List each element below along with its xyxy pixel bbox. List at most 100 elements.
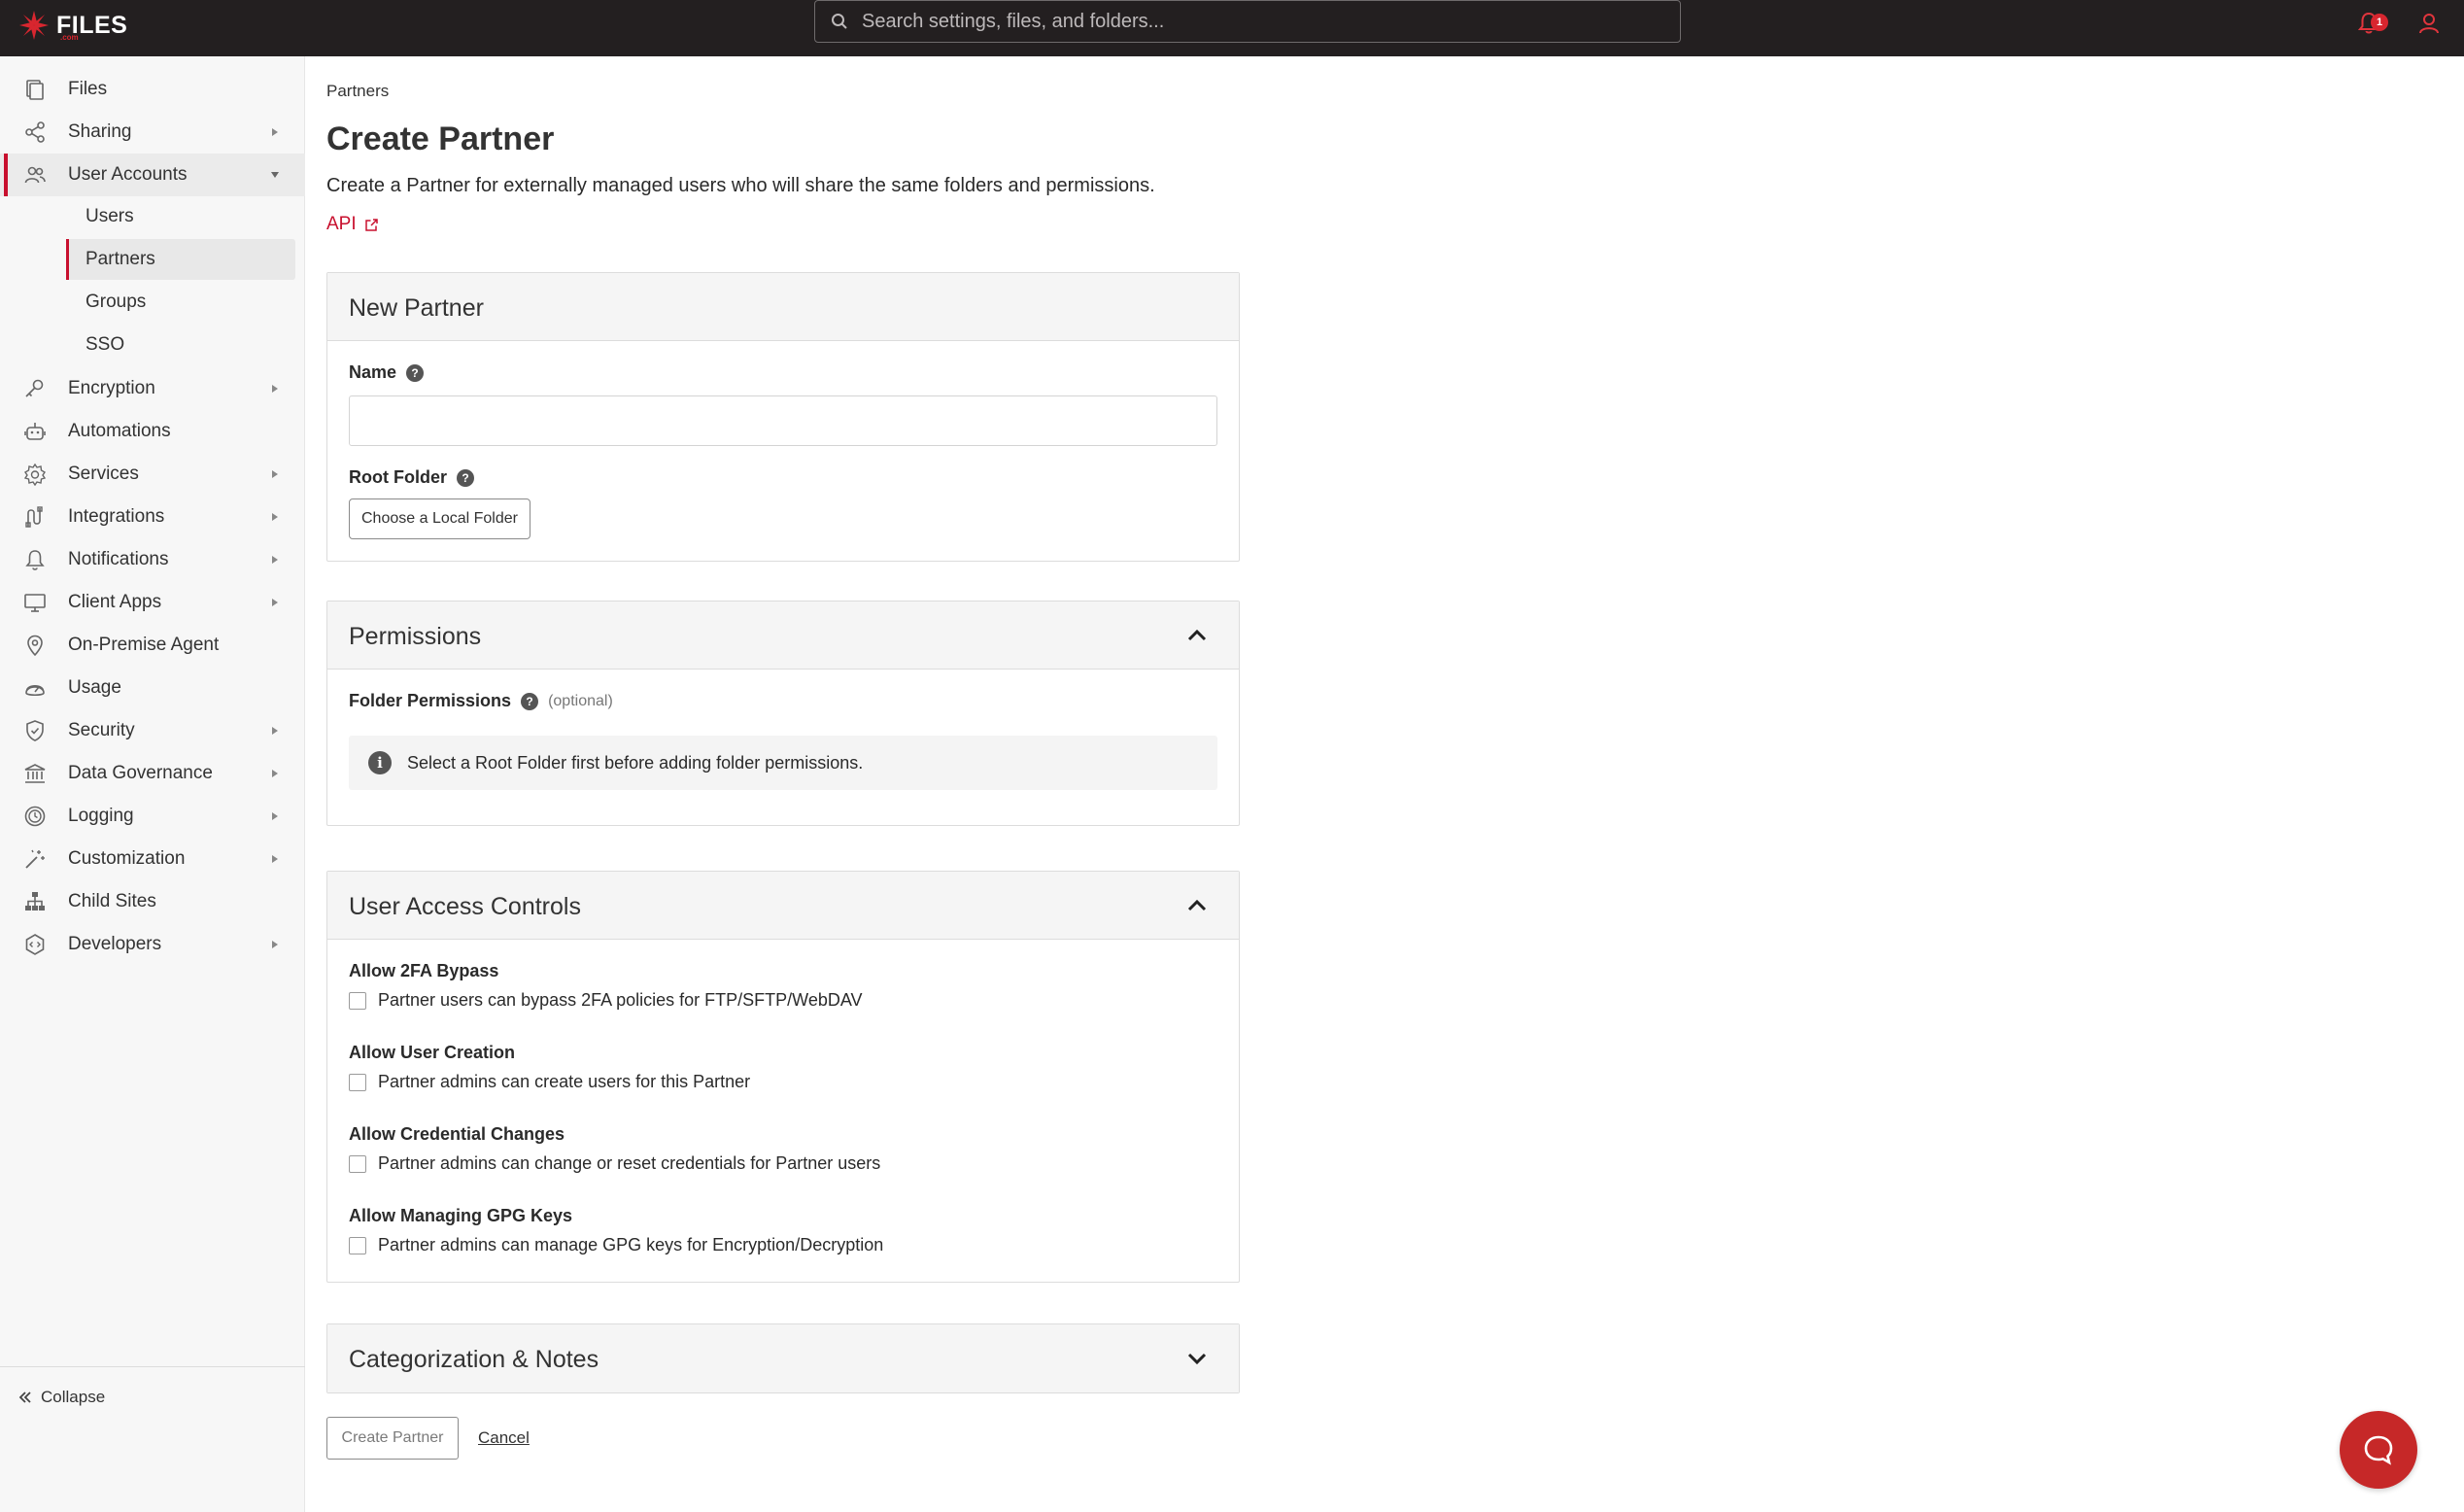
chat-bubble-icon <box>2364 1435 2393 1465</box>
sidebar-item-label: Usage <box>68 677 121 698</box>
allow-2fa-bypass-option[interactable]: Partner users can bypass 2FA policies fo… <box>349 990 863 1011</box>
sidebar-subitem-partners[interactable]: Partners <box>66 239 295 280</box>
sidebar-item-label: Developers <box>68 934 162 954</box>
clock-icon <box>21 803 49 830</box>
sidebar-item-user-accounts[interactable]: User Accounts <box>0 154 305 196</box>
sidebar-item-on-premise-agent[interactable]: On-Premise Agent <box>0 624 305 667</box>
files-logo[interactable]: FILES .com <box>17 6 127 45</box>
magic-wand-icon <box>21 845 49 873</box>
user-menu-button[interactable] <box>2412 6 2447 41</box>
api-docs-link[interactable]: API <box>326 214 379 235</box>
sidebar-item-developers[interactable]: Developers <box>0 923 305 966</box>
sidebar-divider <box>0 1366 305 1367</box>
sidebar-item-files[interactable]: Files <box>0 68 305 111</box>
label-text: Name <box>349 362 397 382</box>
allow-user-creation-checkbox[interactable] <box>349 1073 366 1091</box>
collapse-sidebar-button[interactable]: Collapse <box>17 1388 105 1407</box>
create-partner-button[interactable]: Create Partner <box>326 1417 459 1460</box>
partner-name-input[interactable] <box>349 395 1217 446</box>
choose-local-folder-button[interactable]: Choose a Local Folder <box>349 498 530 539</box>
sidebar-item-usage[interactable]: Usage <box>0 667 305 709</box>
card-title: Categorization & Notes <box>349 1346 599 1373</box>
user-access-controls-header[interactable]: User Access Controls <box>327 872 1239 940</box>
permissions-card: Permissions Folder Permissions ? (option… <box>326 601 1240 826</box>
sidebar-subitem-label: Partners <box>86 249 155 269</box>
chat-support-button[interactable] <box>2340 1411 2417 1489</box>
categorization-notes-header[interactable]: Categorization & Notes <box>327 1324 1239 1392</box>
card-title: New Partner <box>349 294 484 322</box>
allow-credential-changes-checkbox[interactable] <box>349 1154 366 1173</box>
allow-2fa-bypass-checkbox[interactable] <box>349 991 366 1010</box>
api-link-label: API <box>326 214 357 234</box>
help-icon[interactable]: ? <box>406 363 425 382</box>
allow-user-creation-option[interactable]: Partner admins can create users for this… <box>349 1072 750 1092</box>
sidebar: Files Sharing User Accounts Users Partne… <box>0 56 305 1512</box>
root-folder-label: Root Folder ? <box>349 467 474 488</box>
breadcrumb[interactable]: Partners <box>326 82 389 101</box>
bell-icon <box>21 546 49 573</box>
chevron-up-icon[interactable] <box>1184 893 1210 918</box>
sidebar-subitem-label: Users <box>86 206 134 226</box>
checkbox-label: Partner users can bypass 2FA policies fo… <box>378 990 863 1010</box>
sidebar-item-services[interactable]: Services <box>0 453 305 496</box>
caret-down-icon <box>271 172 279 178</box>
help-icon[interactable]: ? <box>457 468 474 487</box>
robot-icon <box>21 418 49 445</box>
sidebar-subitem-sso[interactable]: SSO <box>66 325 295 365</box>
sidebar-item-label: Automations <box>68 421 171 441</box>
caret-right-icon <box>272 513 278 521</box>
sidebar-item-child-sites[interactable]: Child Sites <box>0 880 305 923</box>
sidebar-subitem-groups[interactable]: Groups <box>66 282 295 323</box>
chevron-up-icon[interactable] <box>1184 623 1210 648</box>
sidebar-item-encryption[interactable]: Encryption <box>0 367 305 410</box>
caret-right-icon <box>272 941 278 948</box>
sidebar-item-label: Integrations <box>68 506 165 527</box>
help-icon[interactable]: ? <box>521 692 539 710</box>
sidebar-item-data-governance[interactable]: Data Governance <box>0 752 305 795</box>
name-field-label: Name ? <box>349 362 425 383</box>
double-chevron-left-icon <box>18 1392 31 1403</box>
folder-permissions-label: Folder Permissions ? (optional) <box>349 691 613 711</box>
allow-managing-gpg-keys-option[interactable]: Partner admins can manage GPG keys for E… <box>349 1235 883 1255</box>
checkbox-label: Partner admins can change or reset crede… <box>378 1153 881 1173</box>
sidebar-item-label: Files <box>68 79 108 99</box>
shield-icon <box>21 717 49 744</box>
key-icon <box>21 375 49 402</box>
sidebar-item-notifications[interactable]: Notifications <box>0 538 305 581</box>
notifications-button[interactable]: 1 <box>2351 6 2388 41</box>
sidebar-item-label: Sharing <box>68 121 132 142</box>
sidebar-subitem-users[interactable]: Users <box>66 196 295 237</box>
sidebar-item-label: On-Premise Agent <box>68 635 220 655</box>
sidebar-item-label: Data Governance <box>68 763 213 783</box>
monitor-icon <box>21 589 49 616</box>
control-title: Allow Managing GPG Keys <box>349 1206 573 1225</box>
sidebar-item-automations[interactable]: Automations <box>0 410 305 453</box>
allow-credential-changes-option[interactable]: Partner admins can change or reset crede… <box>349 1153 880 1174</box>
sidebar-item-client-apps[interactable]: Client Apps <box>0 581 305 624</box>
sidebar-item-sharing[interactable]: Sharing <box>0 111 305 154</box>
caret-right-icon <box>272 727 278 735</box>
sidebar-item-label: Client Apps <box>68 592 162 612</box>
sidebar-item-integrations[interactable]: Integrations <box>0 496 305 538</box>
allow-managing-gpg-keys-checkbox[interactable] <box>349 1236 366 1254</box>
checkbox-label: Partner admins can manage GPG keys for E… <box>378 1235 884 1254</box>
permissions-header[interactable]: Permissions <box>327 601 1239 670</box>
chevron-down-icon[interactable] <box>1184 1346 1210 1371</box>
sidebar-item-security[interactable]: Security <box>0 709 305 752</box>
files-icon <box>21 76 49 103</box>
user-icon <box>2419 14 2439 34</box>
code-icon <box>21 931 49 958</box>
files-logo-icon <box>19 11 49 40</box>
sidebar-item-customization[interactable]: Customization <box>0 838 305 880</box>
info-icon: i <box>368 751 392 774</box>
caret-right-icon <box>272 770 278 777</box>
cancel-link[interactable]: Cancel <box>478 1428 530 1448</box>
sidebar-item-logging[interactable]: Logging <box>0 795 305 838</box>
sidebar-item-label: Security <box>68 720 135 740</box>
sidebar-item-label: Child Sites <box>68 891 156 911</box>
checkbox-label: Partner admins can create users for this… <box>378 1072 751 1091</box>
collapse-label: Collapse <box>41 1388 106 1406</box>
search-input[interactable] <box>848 1 1680 42</box>
page-title: Create Partner <box>326 120 555 157</box>
user-access-controls-card: User Access Controls Allow 2FA Bypass Pa… <box>326 871 1240 1283</box>
